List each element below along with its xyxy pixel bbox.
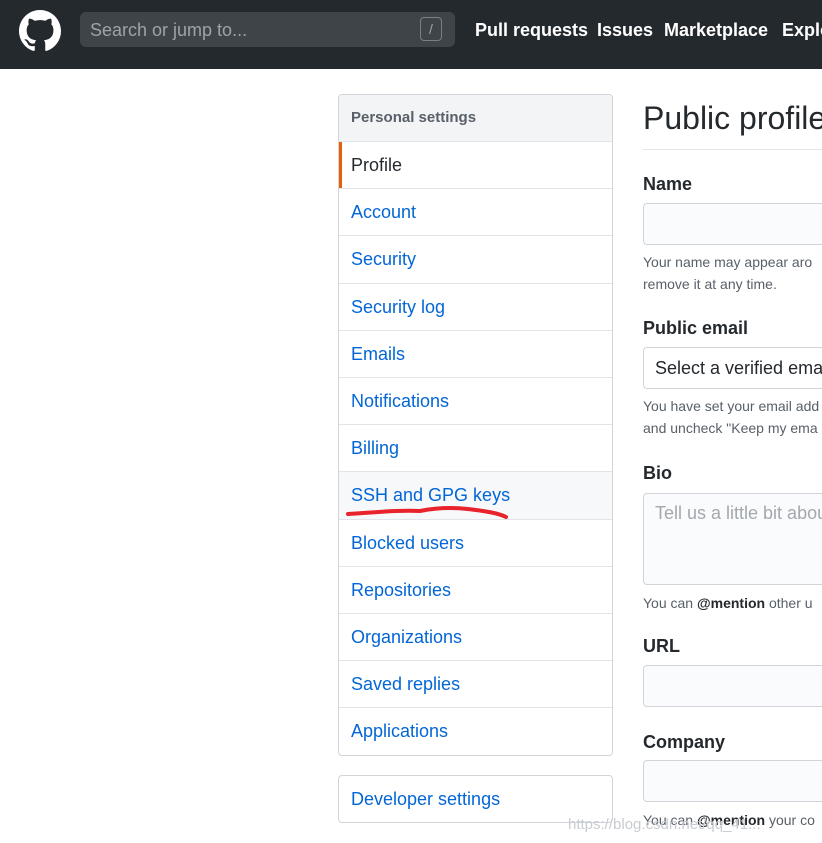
company-label: Company bbox=[643, 732, 726, 752]
company-note-suffix: your co bbox=[765, 812, 815, 828]
title-divider bbox=[643, 149, 822, 150]
sidebar-item-organizations[interactable]: Organizations bbox=[339, 614, 612, 662]
name-label: Name bbox=[643, 174, 693, 194]
sidebar-item-account[interactable]: Account bbox=[339, 189, 612, 237]
public-email-note-line2: and uncheck "Keep my ema bbox=[643, 420, 818, 436]
name-note-line1: Your name may appear aro bbox=[643, 254, 813, 270]
nav-issues[interactable]: Issues bbox=[597, 18, 653, 42]
sidebar-item-ssh-gpg-keys[interactable]: SSH and GPG keys bbox=[339, 472, 612, 520]
public-email-note-line1: You have set your email add bbox=[643, 398, 820, 414]
nav-pull-requests[interactable]: Pull requests bbox=[475, 18, 588, 42]
sidebar-item-notifications[interactable]: Notifications bbox=[339, 378, 612, 426]
url-input[interactable] bbox=[643, 665, 822, 707]
name-note-line2: remove it at any time. bbox=[643, 276, 777, 292]
page-title: Public profile bbox=[643, 100, 822, 136]
url-label: URL bbox=[643, 636, 680, 656]
sidebar-item-emails[interactable]: Emails bbox=[339, 331, 612, 378]
sidebar-item-profile[interactable]: Profile bbox=[339, 142, 612, 190]
sidebar-item-repositories[interactable]: Repositories bbox=[339, 567, 612, 614]
watermark-text: https://blog.csdn.net/qq_41... bbox=[568, 816, 761, 833]
bio-note: You can @mention other u bbox=[643, 592, 813, 614]
sidebar-item-security[interactable]: Security bbox=[339, 236, 612, 284]
nav-marketplace[interactable]: Marketplace bbox=[664, 18, 768, 42]
sidebar-item-saved-replies[interactable]: Saved replies bbox=[339, 661, 612, 709]
bio-note-mention: @mention bbox=[696, 595, 766, 611]
sidebar-heading: Personal settings bbox=[339, 95, 612, 142]
search-box[interactable] bbox=[80, 12, 455, 47]
settings-sidebar: Personal settings Profile Account Securi… bbox=[338, 94, 613, 757]
slash-shortcut-key: / bbox=[420, 17, 442, 41]
bio-note-prefix: You can bbox=[643, 595, 697, 611]
bio-label: Bio bbox=[643, 463, 672, 483]
bio-textarea[interactable] bbox=[643, 493, 822, 585]
public-email-label: Public email bbox=[643, 318, 749, 338]
sidebar-item-blocked-users[interactable]: Blocked users bbox=[339, 520, 612, 567]
github-logo-svg bbox=[19, 10, 61, 51]
search-input[interactable] bbox=[90, 19, 410, 41]
sidebar-item-applications[interactable]: Applications bbox=[339, 708, 612, 755]
bio-note-suffix: other u bbox=[765, 595, 813, 611]
public-email-select[interactable]: Select a verified email bbox=[643, 347, 822, 389]
sidebar-item-billing[interactable]: Billing bbox=[339, 425, 612, 473]
company-input[interactable] bbox=[643, 760, 822, 802]
nav-explore[interactable]: Explo bbox=[782, 18, 822, 42]
sidebar-item-security-log[interactable]: Security log bbox=[339, 284, 612, 331]
github-octocat-icon[interactable] bbox=[19, 10, 61, 52]
name-input[interactable] bbox=[643, 203, 822, 245]
top-header: / Pull requests Issues Marketplace Explo bbox=[0, 0, 822, 69]
